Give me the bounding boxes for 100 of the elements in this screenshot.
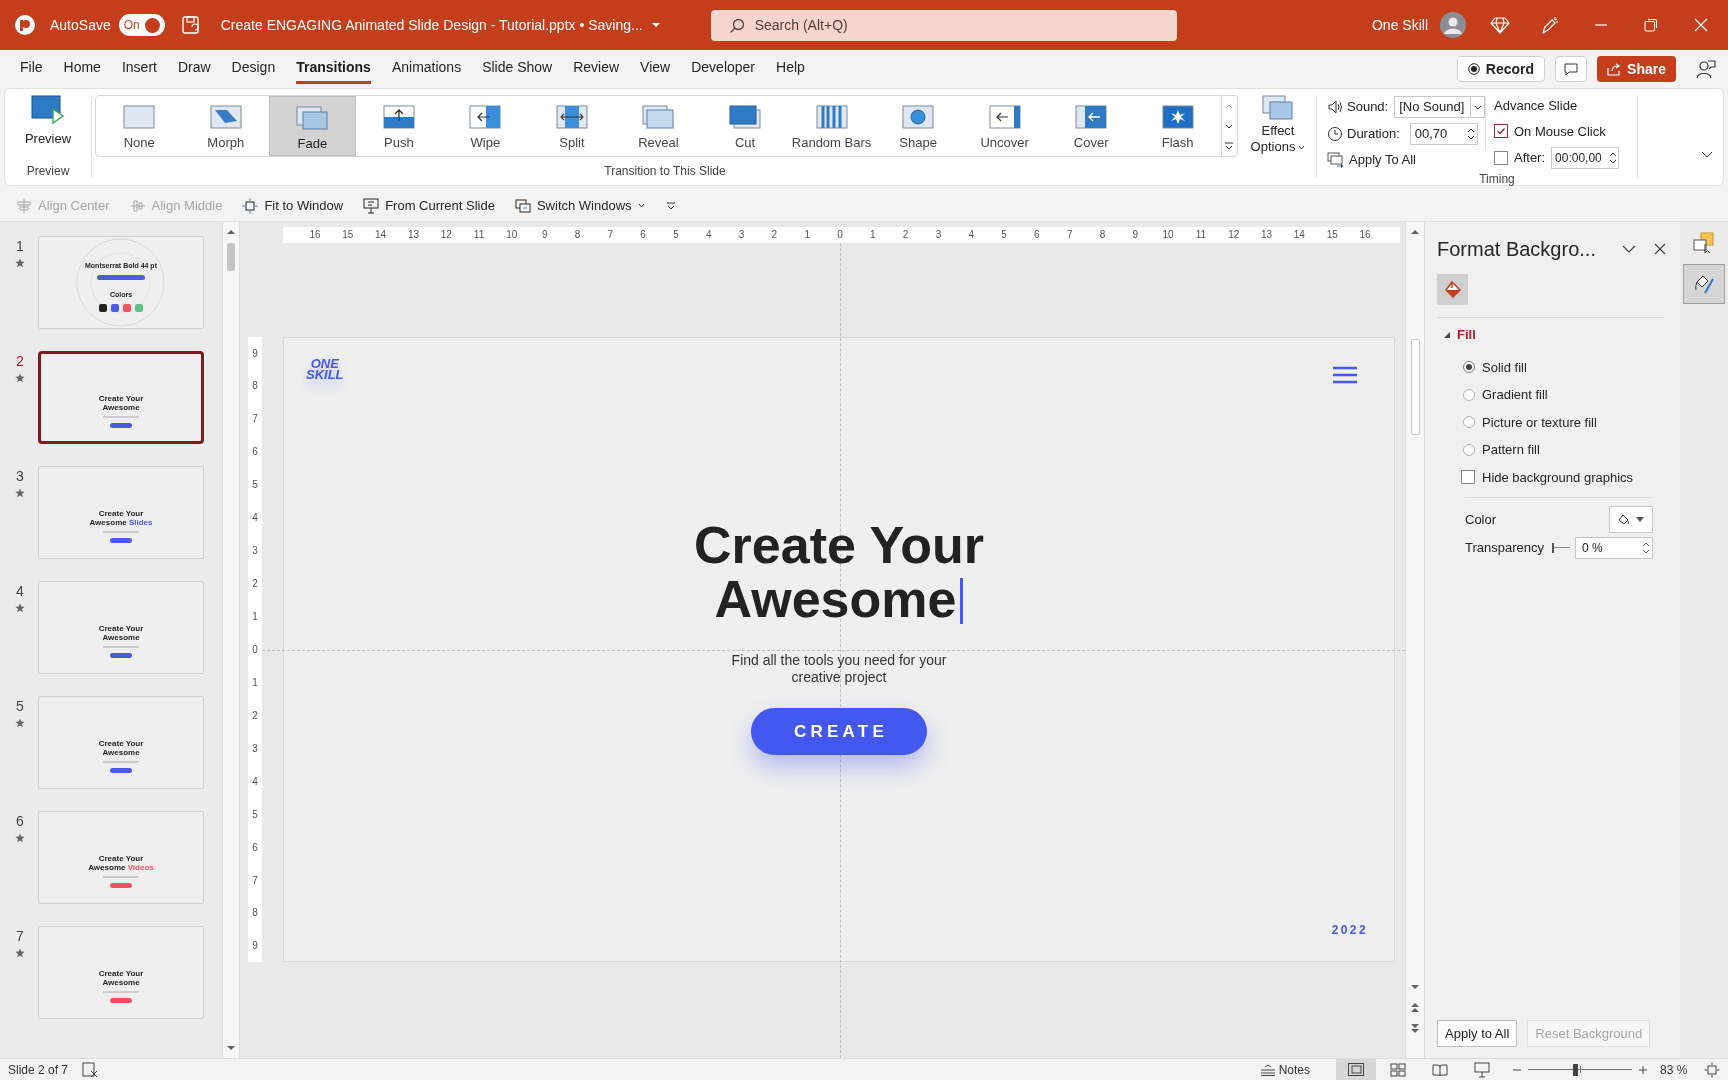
caret-icon[interactable] [650, 22, 661, 28]
radio-button[interactable] [1463, 416, 1475, 429]
transition-option[interactable]: Wipe [442, 96, 529, 156]
radio-button[interactable] [1463, 388, 1475, 401]
transition-option[interactable]: Random Bars [788, 96, 875, 156]
transition-option[interactable]: Push [355, 96, 443, 156]
radio-label: Picture or texture fill [1482, 413, 1597, 432]
slideshow-icon[interactable] [1474, 1061, 1490, 1078]
normal-view-icon [1348, 1063, 1364, 1076]
transition-option[interactable]: Shape [874, 96, 962, 156]
ribbon-tab[interactable]: Review [573, 54, 620, 84]
ribbon-tab[interactable]: Transitions [296, 54, 371, 84]
diamond-icon[interactable] [1490, 16, 1510, 34]
accessibility-icon[interactable] [82, 1061, 99, 1078]
thumbnail-heading: Create Your [98, 855, 144, 863]
duration-field[interactable]: 00,70 [1409, 123, 1478, 145]
after-time-field[interactable]: 00:00,00 [1551, 147, 1620, 169]
thumbnail-heading: Awesome [102, 978, 140, 987]
ribbon-tab[interactable]: View [640, 54, 671, 84]
slide-thumbnail[interactable]: Create Your Awesome [38, 926, 204, 1019]
transition-option[interactable]: Cover [1047, 96, 1135, 156]
zoom-in-icon[interactable] [1638, 1064, 1648, 1075]
transition-option[interactable]: Split [528, 96, 616, 156]
slide-sorter-icon[interactable] [1390, 1062, 1406, 1077]
slide-thumbnail[interactable]: Create Your Awesome [38, 581, 204, 674]
caret-icon [1473, 104, 1482, 110]
slide-thumbnail[interactable]: Create Your Awesome [38, 696, 204, 789]
ribbon-tab[interactable]: Developer [691, 54, 756, 84]
ribbon-tab[interactable]: Insert [121, 54, 157, 84]
zoom-slider[interactable] [1528, 1062, 1632, 1077]
transition-option[interactable]: Fade [269, 96, 356, 156]
reading-view-icon[interactable] [1432, 1062, 1448, 1077]
avatar[interactable] [1440, 12, 1466, 38]
shape-format-icon[interactable] [1693, 232, 1715, 254]
checkbox[interactable] [1461, 470, 1475, 485]
transition-icon [295, 104, 330, 132]
zoom-level[interactable]: 83 % [1660, 1060, 1696, 1079]
ribbon-tab[interactable]: Animations [391, 54, 462, 84]
sound-dropdown[interactable]: [No Sound] [1394, 96, 1485, 118]
radio-label: Pattern fill [1482, 441, 1540, 459]
slide-thumbnail[interactable]: Create Your Awesome Videos [38, 811, 204, 904]
transparency-slider[interactable] [1552, 543, 1570, 553]
section-header[interactable]: Fill [1443, 325, 1670, 345]
close-icon[interactable] [1654, 243, 1666, 255]
transition-option[interactable]: Morph [182, 96, 270, 156]
pen-icon[interactable] [1540, 15, 1560, 35]
presenter-icon[interactable] [1696, 59, 1716, 79]
radio-label: Solid fill [1482, 358, 1527, 377]
effect-options-button[interactable]: Effect Options [1248, 95, 1308, 161]
transition-option[interactable]: Cut [701, 96, 789, 156]
slide-thumbnail[interactable]: Create Your Awesome Slides [38, 466, 204, 559]
collapse-ribbon-icon[interactable] [1701, 151, 1713, 159]
record-button[interactable]: Record [1456, 56, 1546, 82]
toolbar-button[interactable]: Switch Windows [514, 195, 645, 216]
radio-label: Gradient fill [1482, 386, 1548, 404]
year-label: 2022 [1331, 922, 1368, 939]
customize-icon[interactable] [664, 200, 677, 211]
transition-option[interactable]: Flash [1134, 96, 1221, 156]
transition-option[interactable]: None [96, 96, 183, 156]
transparency-field[interactable]: 0 % [1575, 537, 1653, 559]
apply-to-all-button[interactable]: Apply To All [1327, 150, 1485, 170]
search-field[interactable]: Search (Alt+Q) [710, 9, 1177, 41]
ribbon-tab[interactable]: Design [231, 54, 276, 84]
toolbar-button[interactable]: From Current Slide [363, 195, 495, 216]
restore-icon[interactable] [1644, 18, 1658, 32]
clock-icon [1327, 126, 1343, 142]
apply-to-all-button[interactable]: Apply to All [1437, 1020, 1518, 1047]
radio-button[interactable] [1463, 361, 1475, 374]
slide-thumbnail[interactable]: Create Your Awesome [38, 351, 204, 444]
share-button[interactable]: Share [1597, 56, 1676, 82]
fill-tab[interactable] [1437, 274, 1468, 305]
transition-option[interactable]: Uncover [961, 96, 1048, 156]
thumbnail-heading: Awesome Videos [88, 863, 154, 872]
toolbar-button[interactable]: Fit to Window [242, 195, 344, 216]
create-button[interactable]: CREATE [751, 708, 927, 755]
format-background-tab[interactable] [1683, 264, 1725, 304]
ribbon-tab[interactable]: Home [63, 54, 101, 84]
radio-button[interactable] [1463, 443, 1475, 456]
color-picker-button[interactable] [1609, 506, 1653, 533]
normal-view-button[interactable] [1336, 1058, 1376, 1080]
document-title[interactable]: Create ENGAGING Animated Slide Design - Tutorial.pptx • Saving... [220, 14, 643, 36]
zoom-slider-thumb[interactable] [1572, 1063, 1578, 1076]
notes-button[interactable]: Notes [1255, 1058, 1314, 1080]
ribbon-tab[interactable]: Draw [177, 54, 211, 84]
ribbon-tab[interactable]: Slide Show [482, 54, 553, 84]
chevron-down-icon[interactable] [1622, 244, 1636, 254]
ribbon-tab[interactable]: File [20, 54, 43, 84]
ribbon-tab[interactable]: Help [776, 54, 805, 84]
share-icon [1607, 62, 1622, 76]
checkbox[interactable] [1494, 124, 1508, 139]
transition-icon [554, 103, 589, 131]
autosave-toggle[interactable]: On [118, 14, 165, 36]
save-icon[interactable] [180, 15, 201, 35]
scrollbar-thumb[interactable] [227, 243, 235, 271]
user-name[interactable]: One Skill [1371, 14, 1428, 36]
comment-button[interactable] [1555, 56, 1588, 82]
checkbox[interactable] [1494, 151, 1508, 165]
scrollbar-thumb[interactable] [1410, 339, 1420, 435]
transition-option[interactable]: Reveal [615, 96, 702, 156]
preview-button[interactable]: Preview [24, 95, 72, 149]
